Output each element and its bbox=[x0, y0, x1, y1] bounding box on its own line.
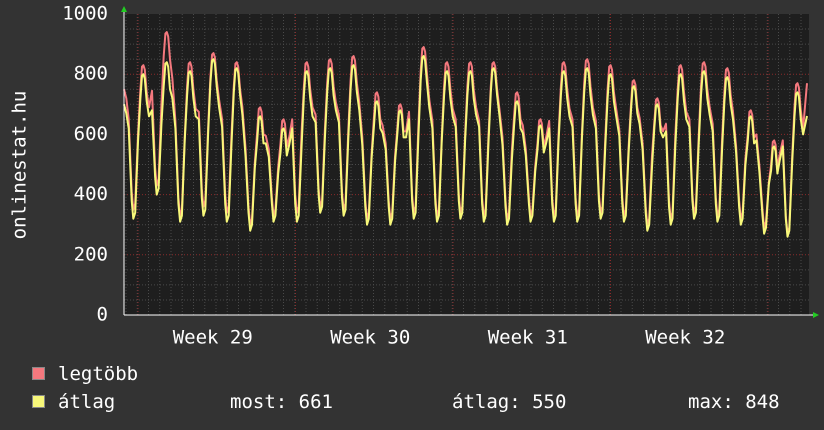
traffic-chart: 10008006004002000 Week 29 Week 30 Week 31 W… bbox=[9, 3, 819, 349]
grid bbox=[124, 14, 809, 315]
x-axis-ticks: Week 29 Week 30 Week 31 Week 32 bbox=[173, 327, 726, 349]
y-tick-label: 400 bbox=[74, 183, 108, 205]
x-tick-label: Week 30 bbox=[330, 327, 410, 349]
x-tick-label: Week 32 bbox=[645, 327, 725, 349]
x-tick-label: Week 29 bbox=[173, 327, 253, 349]
y-tick-label: 1000 bbox=[62, 3, 108, 25]
y-tick-label: 600 bbox=[74, 123, 108, 145]
y-tick-label: 800 bbox=[74, 63, 108, 85]
y-axis-arrow bbox=[121, 6, 127, 12]
y-tick-label: 0 bbox=[97, 304, 108, 326]
y-axis-label: onlinestat.hu bbox=[9, 91, 31, 240]
y-tick-label: 200 bbox=[74, 243, 108, 265]
x-tick-label: Week 31 bbox=[488, 327, 568, 349]
y-axis-ticks: 1000 800 600 400 200 0 bbox=[62, 3, 108, 326]
x-axis-arrow bbox=[813, 312, 819, 318]
